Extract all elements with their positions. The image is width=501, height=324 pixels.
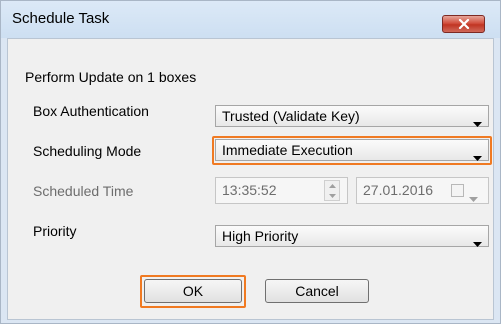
dropdown-arrow-icon — [473, 114, 482, 130]
scheduled-date-value: 27.01.2016 — [363, 182, 434, 198]
dialog-body: Perform Update on 1 boxes Box Authentica… — [7, 38, 494, 320]
dropdown-arrow-icon — [473, 234, 482, 250]
box-authentication-label: Box Authentication — [33, 103, 149, 119]
schedule-task-dialog: Schedule Task Perform Update on 1 boxes … — [0, 0, 501, 324]
scheduled-time-label: Scheduled Time — [33, 183, 134, 199]
box-authentication-value: Trusted (Validate Key) — [222, 108, 360, 124]
checkbox-icon[interactable] — [451, 184, 464, 197]
close-icon — [458, 19, 470, 29]
dropdown-arrow-icon — [473, 148, 482, 164]
priority-select[interactable]: High Priority — [215, 225, 489, 247]
scheduled-time-value: 13:35:52 — [222, 182, 277, 198]
scheduled-date-picker[interactable]: 27.01.2016 — [356, 177, 489, 204]
spin-up-icon[interactable] — [325, 181, 339, 190]
spin-down-icon[interactable] — [325, 191, 339, 200]
box-authentication-select[interactable]: Trusted (Validate Key) — [215, 105, 489, 127]
cancel-button[interactable]: Cancel — [265, 279, 369, 303]
dropdown-arrow-icon[interactable] — [469, 189, 478, 205]
dialog-header-text: Perform Update on 1 boxes — [25, 69, 197, 85]
scheduling-mode-label: Scheduling Mode — [33, 143, 142, 159]
window-title: Schedule Task — [12, 10, 110, 27]
priority-label: Priority — [33, 223, 77, 239]
close-button[interactable] — [442, 15, 485, 33]
scheduled-time-picker[interactable]: 13:35:52 — [215, 177, 348, 204]
scheduling-mode-value: Immediate Execution — [222, 142, 353, 158]
scheduling-mode-select[interactable]: Immediate Execution — [215, 139, 489, 161]
ok-button[interactable]: OK — [144, 279, 242, 303]
title-bar[interactable]: Schedule Task — [1, 1, 500, 38]
priority-value: High Priority — [222, 228, 299, 244]
time-spinner[interactable] — [324, 180, 340, 201]
